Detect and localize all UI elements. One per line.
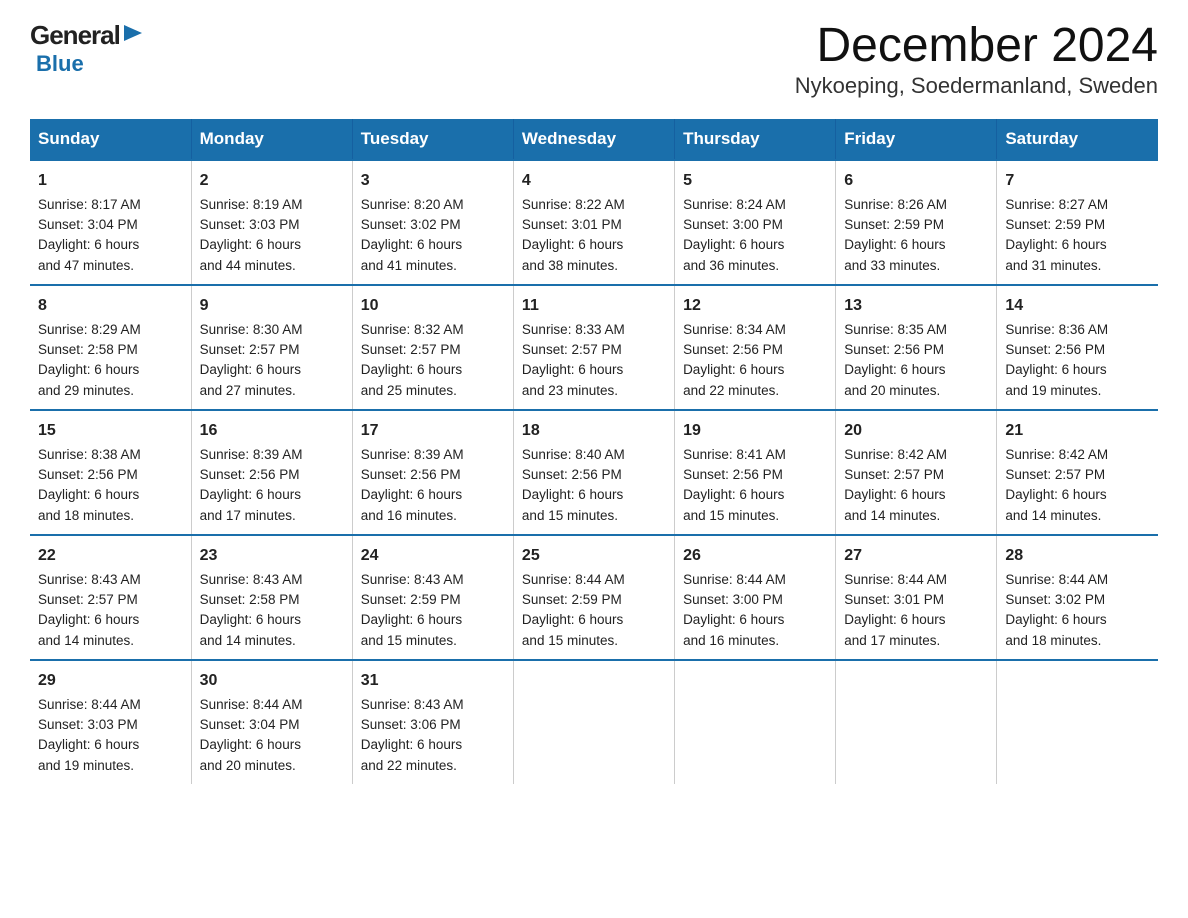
- page-title: December 2024: [795, 20, 1158, 73]
- calendar-cell: 25Sunrise: 8:44 AMSunset: 2:59 PMDayligh…: [513, 535, 674, 660]
- calendar-cell: 9Sunrise: 8:30 AMSunset: 2:57 PMDaylight…: [191, 285, 352, 410]
- day-number: 10: [361, 294, 505, 318]
- calendar-cell: [513, 660, 674, 784]
- day-number: 21: [1005, 419, 1150, 443]
- calendar-cell: 16Sunrise: 8:39 AMSunset: 2:56 PMDayligh…: [191, 410, 352, 535]
- day-number: 3: [361, 169, 505, 193]
- calendar-week-2: 8Sunrise: 8:29 AMSunset: 2:58 PMDaylight…: [30, 285, 1158, 410]
- calendar-week-3: 15Sunrise: 8:38 AMSunset: 2:56 PMDayligh…: [30, 410, 1158, 535]
- calendar-cell: 10Sunrise: 8:32 AMSunset: 2:57 PMDayligh…: [352, 285, 513, 410]
- day-number: 8: [38, 294, 183, 318]
- day-number: 12: [683, 294, 827, 318]
- day-number: 15: [38, 419, 183, 443]
- calendar-cell: 11Sunrise: 8:33 AMSunset: 2:57 PMDayligh…: [513, 285, 674, 410]
- calendar-cell: 14Sunrise: 8:36 AMSunset: 2:56 PMDayligh…: [997, 285, 1158, 410]
- title-block: December 2024 Nykoeping, Soedermanland, …: [795, 20, 1158, 99]
- calendar-cell: 24Sunrise: 8:43 AMSunset: 2:59 PMDayligh…: [352, 535, 513, 660]
- calendar-cell: 17Sunrise: 8:39 AMSunset: 2:56 PMDayligh…: [352, 410, 513, 535]
- calendar-cell: 29Sunrise: 8:44 AMSunset: 3:03 PMDayligh…: [30, 660, 191, 784]
- calendar-cell: 31Sunrise: 8:43 AMSunset: 3:06 PMDayligh…: [352, 660, 513, 784]
- day-number: 1: [38, 169, 183, 193]
- day-number: 29: [38, 669, 183, 693]
- calendar-cell: 13Sunrise: 8:35 AMSunset: 2:56 PMDayligh…: [836, 285, 997, 410]
- calendar-cell: 26Sunrise: 8:44 AMSunset: 3:00 PMDayligh…: [675, 535, 836, 660]
- day-number: 13: [844, 294, 988, 318]
- weekday-header-wednesday: Wednesday: [513, 119, 674, 160]
- calendar-week-4: 22Sunrise: 8:43 AMSunset: 2:57 PMDayligh…: [30, 535, 1158, 660]
- calendar-cell: 4Sunrise: 8:22 AMSunset: 3:01 PMDaylight…: [513, 160, 674, 285]
- weekday-header-row: SundayMondayTuesdayWednesdayThursdayFrid…: [30, 119, 1158, 160]
- weekday-header-friday: Friday: [836, 119, 997, 160]
- day-number: 14: [1005, 294, 1150, 318]
- day-number: 24: [361, 544, 505, 568]
- calendar-cell: 23Sunrise: 8:43 AMSunset: 2:58 PMDayligh…: [191, 535, 352, 660]
- day-number: 6: [844, 169, 988, 193]
- calendar-cell: 27Sunrise: 8:44 AMSunset: 3:01 PMDayligh…: [836, 535, 997, 660]
- calendar-cell: 15Sunrise: 8:38 AMSunset: 2:56 PMDayligh…: [30, 410, 191, 535]
- calendar-cell: 7Sunrise: 8:27 AMSunset: 2:59 PMDaylight…: [997, 160, 1158, 285]
- calendar-cell: 20Sunrise: 8:42 AMSunset: 2:57 PMDayligh…: [836, 410, 997, 535]
- day-number: 5: [683, 169, 827, 193]
- day-number: 7: [1005, 169, 1150, 193]
- logo-general-text: General: [30, 20, 120, 51]
- day-number: 17: [361, 419, 505, 443]
- day-number: 31: [361, 669, 505, 693]
- day-number: 16: [200, 419, 344, 443]
- day-number: 22: [38, 544, 183, 568]
- calendar-cell: 3Sunrise: 8:20 AMSunset: 3:02 PMDaylight…: [352, 160, 513, 285]
- calendar-cell: 5Sunrise: 8:24 AMSunset: 3:00 PMDaylight…: [675, 160, 836, 285]
- calendar-cell: [675, 660, 836, 784]
- calendar-cell: 22Sunrise: 8:43 AMSunset: 2:57 PMDayligh…: [30, 535, 191, 660]
- calendar-cell: 28Sunrise: 8:44 AMSunset: 3:02 PMDayligh…: [997, 535, 1158, 660]
- page-subtitle: Nykoeping, Soedermanland, Sweden: [795, 73, 1158, 99]
- day-number: 30: [200, 669, 344, 693]
- calendar-cell: 2Sunrise: 8:19 AMSunset: 3:03 PMDaylight…: [191, 160, 352, 285]
- day-number: 2: [200, 169, 344, 193]
- logo: General Blue: [30, 20, 144, 77]
- weekday-header-thursday: Thursday: [675, 119, 836, 160]
- day-number: 20: [844, 419, 988, 443]
- calendar-week-1: 1Sunrise: 8:17 AMSunset: 3:04 PMDaylight…: [30, 160, 1158, 285]
- calendar-cell: 1Sunrise: 8:17 AMSunset: 3:04 PMDaylight…: [30, 160, 191, 285]
- calendar-cell: 18Sunrise: 8:40 AMSunset: 2:56 PMDayligh…: [513, 410, 674, 535]
- day-number: 4: [522, 169, 666, 193]
- page-header: General Blue December 2024 Nykoeping, So…: [30, 20, 1158, 99]
- day-number: 26: [683, 544, 827, 568]
- logo-blue-text: Blue: [36, 51, 84, 77]
- day-number: 9: [200, 294, 344, 318]
- calendar-cell: 21Sunrise: 8:42 AMSunset: 2:57 PMDayligh…: [997, 410, 1158, 535]
- day-number: 11: [522, 294, 666, 318]
- calendar-table: SundayMondayTuesdayWednesdayThursdayFrid…: [30, 119, 1158, 784]
- weekday-header-sunday: Sunday: [30, 119, 191, 160]
- calendar-week-5: 29Sunrise: 8:44 AMSunset: 3:03 PMDayligh…: [30, 660, 1158, 784]
- day-number: 23: [200, 544, 344, 568]
- weekday-header-tuesday: Tuesday: [352, 119, 513, 160]
- calendar-cell: [997, 660, 1158, 784]
- weekday-header-saturday: Saturday: [997, 119, 1158, 160]
- day-number: 28: [1005, 544, 1150, 568]
- calendar-cell: 6Sunrise: 8:26 AMSunset: 2:59 PMDaylight…: [836, 160, 997, 285]
- calendar-cell: 12Sunrise: 8:34 AMSunset: 2:56 PMDayligh…: [675, 285, 836, 410]
- logo-arrow-icon: [122, 23, 144, 48]
- day-number: 25: [522, 544, 666, 568]
- calendar-cell: 19Sunrise: 8:41 AMSunset: 2:56 PMDayligh…: [675, 410, 836, 535]
- weekday-header-monday: Monday: [191, 119, 352, 160]
- day-number: 27: [844, 544, 988, 568]
- day-number: 18: [522, 419, 666, 443]
- day-number: 19: [683, 419, 827, 443]
- calendar-cell: 8Sunrise: 8:29 AMSunset: 2:58 PMDaylight…: [30, 285, 191, 410]
- calendar-cell: 30Sunrise: 8:44 AMSunset: 3:04 PMDayligh…: [191, 660, 352, 784]
- calendar-cell: [836, 660, 997, 784]
